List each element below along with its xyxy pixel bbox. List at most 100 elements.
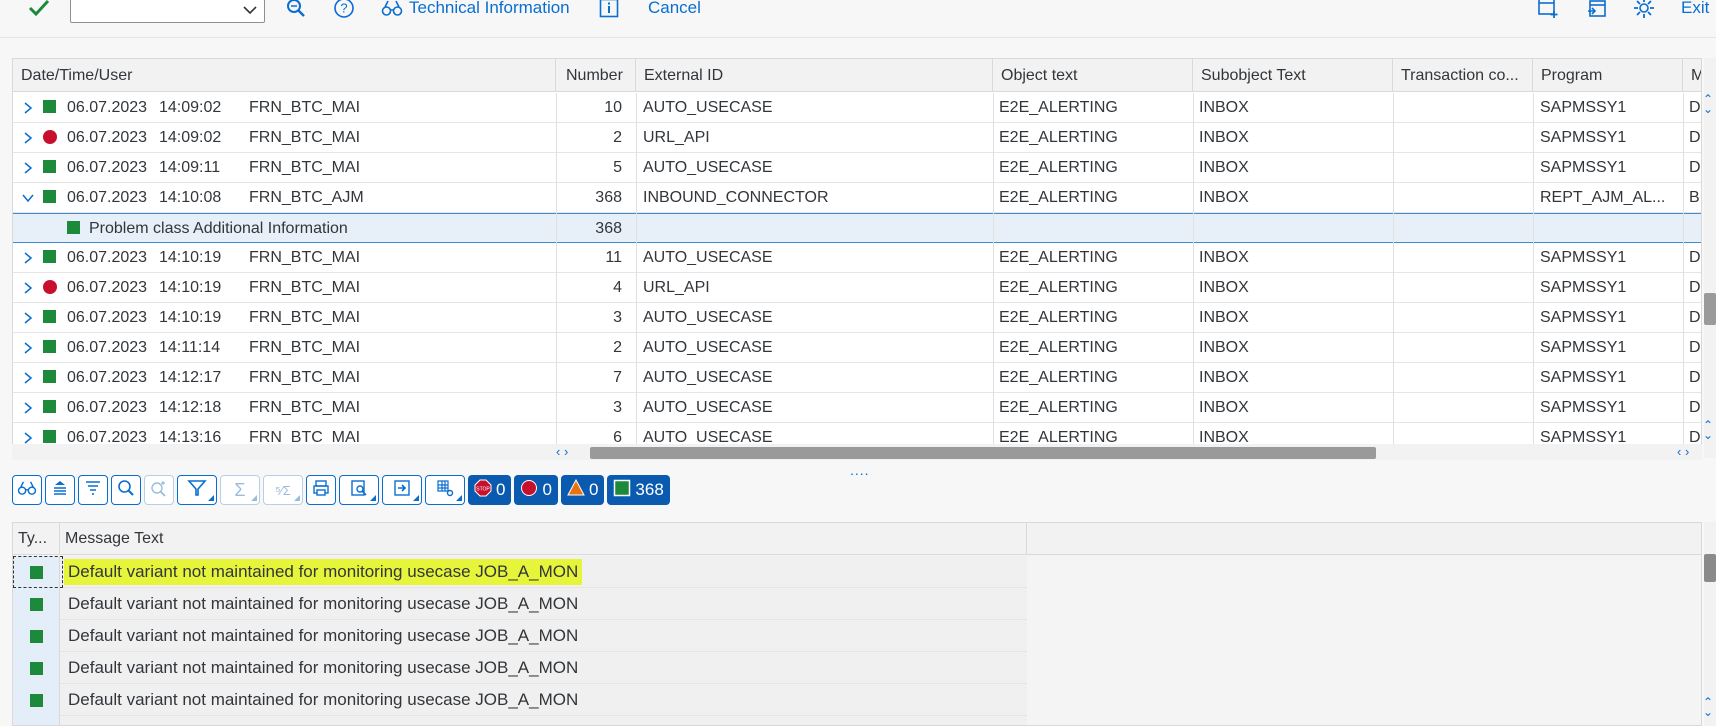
info-icon[interactable] xyxy=(599,0,619,18)
horizontal-scrollbar-thumb[interactable] xyxy=(590,447,1376,459)
filter-button[interactable] xyxy=(177,475,217,505)
success-count: 368 xyxy=(635,480,664,499)
message-row[interactable]: Default variant not maintained for monit… xyxy=(13,716,1027,725)
vertical-scrollbar-thumb[interactable] xyxy=(1704,293,1716,325)
table-row[interactable]: 06.07.2023 14:10:19 FRN_BTC_MAI 4 URL_API E2E… xyxy=(13,273,1701,303)
table-row[interactable]: 06.07.2023 14:11:14 FRN_BTC_MAI 2 AUTO_USECA… xyxy=(13,333,1701,363)
column-header-date-time-user[interactable]: Date/Time/User xyxy=(13,59,556,92)
message-row[interactable]: Default variant not maintained for monit… xyxy=(13,652,1027,684)
subtotal-button[interactable]: ⁵⁄Σ xyxy=(263,475,303,505)
status-cell xyxy=(43,363,56,393)
svg-text:STOP: STOP xyxy=(476,486,490,492)
message-row[interactable]: Default variant not maintained for monit… xyxy=(13,556,1027,588)
chevron-down-icon[interactable] xyxy=(19,183,37,213)
external-id-cell: AUTO_USECASE xyxy=(643,339,773,356)
help-icon[interactable]: ? xyxy=(333,0,355,18)
chevron-down-icon[interactable] xyxy=(242,3,258,21)
column-header-program[interactable]: Program xyxy=(1533,59,1683,92)
success-square-icon xyxy=(43,370,56,383)
vertical-scrollbar[interactable] xyxy=(1704,58,1716,458)
scroll-up-down-arrows[interactable]: ⌃ ⌄ xyxy=(1703,93,1713,115)
table-row[interactable]: 06.07.2023 14:09:02 FRN_BTC_MAI 2 URL_API E2E… xyxy=(13,123,1701,153)
column-header-message-text[interactable]: Message Text xyxy=(60,523,1027,555)
column-header-transaction-code[interactable]: Transaction co... xyxy=(1393,59,1533,92)
message-list-table: Ty... Message Text Default variant not m… xyxy=(12,522,1702,726)
message-row[interactable]: Default variant not maintained for monit… xyxy=(13,588,1027,620)
column-header-m[interactable]: M xyxy=(1683,59,1701,92)
export-button[interactable] xyxy=(382,475,422,505)
layout-button[interactable] xyxy=(425,475,465,505)
splitter-handle[interactable]: .... xyxy=(850,462,870,478)
type-cell[interactable] xyxy=(13,652,60,684)
print-button[interactable] xyxy=(306,475,336,505)
message-table-header: Ty... Message Text xyxy=(13,523,1701,555)
scroll-left-right-arrows-right[interactable]: ‹ › xyxy=(1677,444,1689,459)
column-header-subobject-text[interactable]: Subobject Text xyxy=(1193,59,1393,92)
table-row[interactable]: 06.07.2023 14:10:08 FRN_BTC_AJM 368 INBOUND_… xyxy=(13,183,1701,213)
find-icon[interactable] xyxy=(286,0,306,18)
cancel-button[interactable]: Cancel xyxy=(648,0,701,18)
chevron-right-icon[interactable] xyxy=(19,363,37,393)
table-row[interactable]: 06.07.2023 14:10:19 FRN_BTC_MAI 3 AUTO_USECA… xyxy=(13,303,1701,333)
sort-ascending-button[interactable] xyxy=(45,475,75,505)
enter-checkmark-icon[interactable] xyxy=(28,0,50,18)
create-session-icon[interactable] xyxy=(1537,0,1559,18)
views-button[interactable] xyxy=(339,475,379,505)
table-row[interactable]: 06.07.2023 14:12:18 FRN_BTC_MAI 3 AUTO_USECA… xyxy=(13,393,1701,423)
program-cell: SAPMSSY1 xyxy=(1540,339,1627,356)
message-text-cell: Default variant not maintained for monit… xyxy=(64,559,583,585)
technical-information-button[interactable]: Technical Information xyxy=(381,0,570,18)
binoculars-icon xyxy=(17,480,37,501)
chevron-right-icon[interactable] xyxy=(19,153,37,183)
time-cell: 14:11:14 xyxy=(159,339,221,356)
transaction-cell xyxy=(1399,333,1529,363)
chevron-right-icon[interactable] xyxy=(19,93,37,123)
error-messages-counter[interactable]: 0 xyxy=(514,475,558,505)
chevron-right-icon[interactable] xyxy=(19,333,37,363)
type-cell[interactable] xyxy=(13,684,60,716)
sort-descending-button[interactable] xyxy=(78,475,108,505)
time-cell: 14:12:17 xyxy=(159,369,222,386)
total-button[interactable]: Σ xyxy=(220,475,260,505)
m-cell: B xyxy=(1689,189,1700,206)
command-field[interactable] xyxy=(70,0,265,23)
find-next-button[interactable] xyxy=(144,475,174,505)
table-row[interactable]: 06.07.2023 14:10:19 FRN_BTC_MAI 11 AUTO_USEC… xyxy=(13,243,1701,273)
external-id-cell: URL_API xyxy=(643,129,710,146)
exit-button[interactable]: Exit xyxy=(1681,0,1709,18)
warning-messages-counter[interactable]: 0 xyxy=(560,475,605,505)
chevron-right-icon[interactable] xyxy=(19,243,37,273)
column-divider xyxy=(1193,93,1194,453)
column-header-object-text[interactable]: Object text xyxy=(993,59,1193,92)
chevron-right-icon[interactable] xyxy=(19,393,37,423)
success-messages-counter[interactable]: 368 xyxy=(607,475,670,505)
details-button[interactable] xyxy=(12,475,42,505)
scroll-left-right-arrows[interactable]: ‹ › xyxy=(556,444,568,459)
message-scroll-arrows[interactable]: ⌃ ⌄ xyxy=(1703,696,1713,718)
settings-gear-icon[interactable] xyxy=(1633,0,1655,18)
column-header-number[interactable]: Number xyxy=(556,59,636,92)
column-header-external-id[interactable]: External ID xyxy=(636,59,993,92)
message-row[interactable]: Default variant not maintained for monit… xyxy=(13,620,1027,652)
message-vertical-scrollbar-thumb[interactable] xyxy=(1704,554,1716,582)
new-window-icon[interactable] xyxy=(1586,0,1608,18)
scroll-up-down-arrows-bottom[interactable]: ⌃ ⌄ xyxy=(1703,419,1713,441)
type-cell[interactable] xyxy=(13,588,60,620)
status-cell xyxy=(43,333,56,363)
table-row[interactable]: 06.07.2023 14:09:11 FRN_BTC_MAI 5 AUTO_USECA… xyxy=(13,153,1701,183)
object-text-cell: E2E_ALERTING xyxy=(999,399,1118,416)
find-button[interactable] xyxy=(111,475,141,505)
column-header-type[interactable]: Ty... xyxy=(13,523,60,555)
stop-messages-counter[interactable]: STOP 0 xyxy=(468,475,512,505)
chevron-right-icon[interactable] xyxy=(19,123,37,153)
table-row[interactable]: 06.07.2023 14:12:17 FRN_BTC_MAI 7 AUTO_USECA… xyxy=(13,363,1701,393)
message-row[interactable]: Default variant not maintained for monit… xyxy=(13,684,1027,716)
chevron-right-icon[interactable] xyxy=(19,273,37,303)
type-cell[interactable] xyxy=(13,716,60,725)
table-row[interactable]: 06.07.2023 14:09:02 FRN_BTC_MAI 10 AUTO_USEC… xyxy=(13,93,1701,123)
table-subrow[interactable]: Problem class Additional Information 368 xyxy=(13,213,1701,243)
chevron-right-icon[interactable] xyxy=(19,303,37,333)
status-cell xyxy=(43,393,56,423)
type-cell[interactable] xyxy=(13,620,60,652)
transaction-cell xyxy=(1399,243,1529,273)
